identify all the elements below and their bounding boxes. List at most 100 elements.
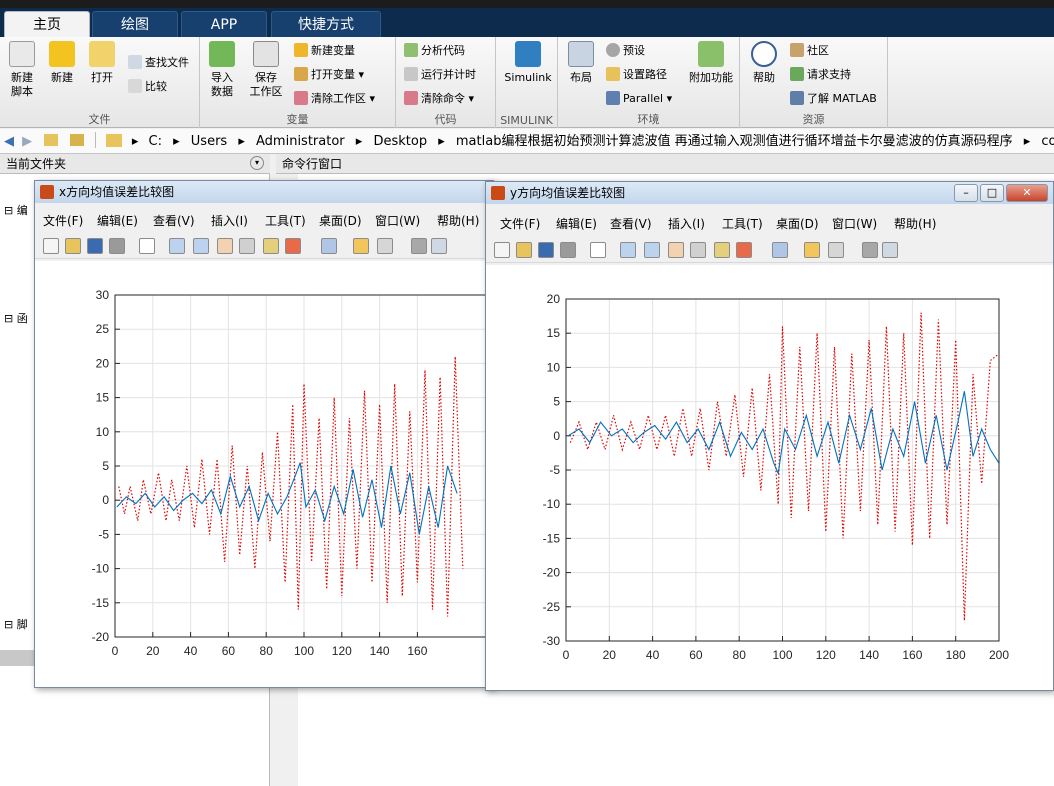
dock-icon[interactable] (882, 242, 898, 258)
open-file-icon[interactable] (65, 238, 81, 254)
figure-title-bar[interactable]: y方向均值误差比较图 – □ ✕ (486, 182, 1053, 204)
menu-item[interactable]: 桌面(D) (319, 210, 362, 232)
zoom-out-icon[interactable] (644, 242, 660, 258)
menu-item[interactable]: 插入(I) (668, 213, 705, 235)
pointer-icon[interactable] (139, 238, 155, 254)
menu-item[interactable]: 工具(T) (265, 210, 306, 232)
menu-item[interactable]: 编辑(E) (97, 210, 138, 232)
minimize-button[interactable]: – (954, 184, 978, 202)
x-tick-label: 120 (816, 648, 836, 662)
x-tick-label: 0 (112, 644, 119, 658)
tab-apps[interactable]: APP (181, 11, 267, 37)
save-icon[interactable] (538, 242, 554, 258)
menu-item[interactable]: 帮助(H) (894, 213, 936, 235)
section-label: ⊟ 脚 (4, 618, 28, 631)
community-button[interactable]: 社区 (790, 41, 829, 61)
pan-icon[interactable] (217, 238, 233, 254)
browse-folder-icon[interactable] (70, 134, 85, 146)
root-folder-icon (105, 134, 122, 147)
run-and-time-button[interactable]: 运行并计时 (404, 65, 476, 85)
tab-shortcuts[interactable]: 快捷方式 (271, 11, 381, 37)
menu-item[interactable]: 窗口(W) (832, 213, 877, 235)
open-button[interactable]: 打开 (84, 41, 120, 85)
y-tick-label: -25 (543, 600, 561, 614)
new-variable-button[interactable]: 新建变量 (294, 41, 355, 61)
layout-button[interactable]: 布局 (564, 41, 598, 85)
zoom-out-icon[interactable] (193, 238, 209, 254)
rotate-icon[interactable] (690, 242, 706, 258)
save-icon[interactable] (87, 238, 103, 254)
tab-plots[interactable]: 绘图 (92, 11, 178, 37)
simulink-button[interactable]: Simulink (502, 41, 554, 85)
data-cursor-icon[interactable] (263, 238, 279, 254)
brush-icon[interactable] (285, 238, 301, 254)
brush-icon[interactable] (736, 242, 752, 258)
colorbar-icon[interactable] (804, 242, 820, 258)
pan-icon[interactable] (668, 242, 684, 258)
run-and-time-icon (404, 67, 418, 81)
breadcrumb-item[interactable]: Administrator (256, 129, 345, 153)
menu-item[interactable]: 插入(I) (211, 210, 248, 232)
save-workspace-button[interactable]: 保存 工作区 (244, 41, 288, 99)
clear-workspace-button[interactable]: 清除工作区 ▾ (294, 89, 375, 109)
clear-commands-button[interactable]: 清除命令 ▾ (404, 89, 474, 109)
y-tick-label: -15 (92, 596, 110, 610)
zoom-in-icon[interactable] (169, 238, 185, 254)
figure-window-y: y方向均值误差比较图 – □ ✕ 文件(F) 编辑(E) 查看(V) 插入(I) 工具(… (485, 181, 1054, 691)
open-file-icon[interactable] (516, 242, 532, 258)
print-icon[interactable] (560, 242, 576, 258)
zoom-in-icon[interactable] (620, 242, 636, 258)
back-icon[interactable]: ◀ (4, 129, 14, 153)
figure-title-bar[interactable]: x方向均值误差比较图 (35, 181, 493, 203)
menu-item[interactable]: 工具(T) (722, 213, 763, 235)
preferences-button[interactable]: 预设 (606, 41, 645, 61)
breadcrumb-item[interactable]: Desktop (373, 129, 427, 153)
addons-button[interactable]: 附加功能 (686, 41, 736, 85)
learn-matlab-button[interactable]: 了解 MATLAB (790, 89, 877, 109)
menu-item[interactable]: 桌面(D) (776, 213, 819, 235)
pointer-icon[interactable] (590, 242, 606, 258)
legend-icon[interactable] (828, 242, 844, 258)
link-icon[interactable] (772, 242, 788, 258)
menu-item[interactable]: 查看(V) (610, 213, 652, 235)
help-button[interactable]: 帮助 (748, 41, 780, 85)
legend-icon[interactable] (377, 238, 393, 254)
menu-item[interactable]: 帮助(H) (437, 210, 479, 232)
forward-icon[interactable]: ▶ (22, 129, 32, 153)
hide-tools-icon[interactable] (862, 242, 878, 258)
request-support-button[interactable]: 请求支持 (790, 65, 851, 85)
find-files-button[interactable]: 查找文件 (128, 53, 189, 73)
menu-item[interactable]: 查看(V) (153, 210, 195, 232)
x-tick-label: 40 (184, 644, 198, 658)
new-figure-icon[interactable] (43, 238, 59, 254)
set-path-button[interactable]: 设置路径 (606, 65, 667, 85)
open-variable-button[interactable]: 打开变量 ▾ (294, 65, 364, 85)
analyze-code-button[interactable]: 分析代码 (404, 41, 465, 61)
dock-icon[interactable] (431, 238, 447, 254)
tab-home[interactable]: 主页 (4, 11, 90, 37)
menu-item[interactable]: 文件(F) (500, 213, 540, 235)
panel-menu-icon[interactable]: ▾ (250, 156, 264, 170)
rotate-icon[interactable] (239, 238, 255, 254)
up-folder-icon[interactable] (44, 134, 59, 146)
menu-item[interactable]: 窗口(W) (375, 210, 420, 232)
breadcrumb-item[interactable]: matlab编程根据初始预测计算滤波值 再通过输入观测值进行循环增益卡尔曼滤波的… (456, 129, 1013, 153)
new-button[interactable]: 新建 (44, 41, 80, 85)
hide-tools-icon[interactable] (411, 238, 427, 254)
breadcrumb-item[interactable]: Users (191, 129, 227, 153)
maximize-button[interactable]: □ (980, 184, 1004, 202)
data-cursor-icon[interactable] (714, 242, 730, 258)
link-icon[interactable] (321, 238, 337, 254)
new-script-button[interactable]: 新建 脚本 (4, 41, 40, 99)
compare-button[interactable]: 比较 (128, 77, 167, 97)
menu-item[interactable]: 文件(F) (43, 210, 83, 232)
colorbar-icon[interactable] (353, 238, 369, 254)
import-data-button[interactable]: 导入 数据 (206, 41, 238, 99)
new-figure-icon[interactable] (494, 242, 510, 258)
breadcrumb-item[interactable]: code (1041, 129, 1054, 153)
parallel-button[interactable]: Parallel ▾ (606, 89, 672, 109)
menu-item[interactable]: 编辑(E) (556, 213, 597, 235)
breadcrumb-item[interactable]: C: (149, 129, 162, 153)
close-button[interactable]: ✕ (1006, 184, 1048, 202)
print-icon[interactable] (109, 238, 125, 254)
